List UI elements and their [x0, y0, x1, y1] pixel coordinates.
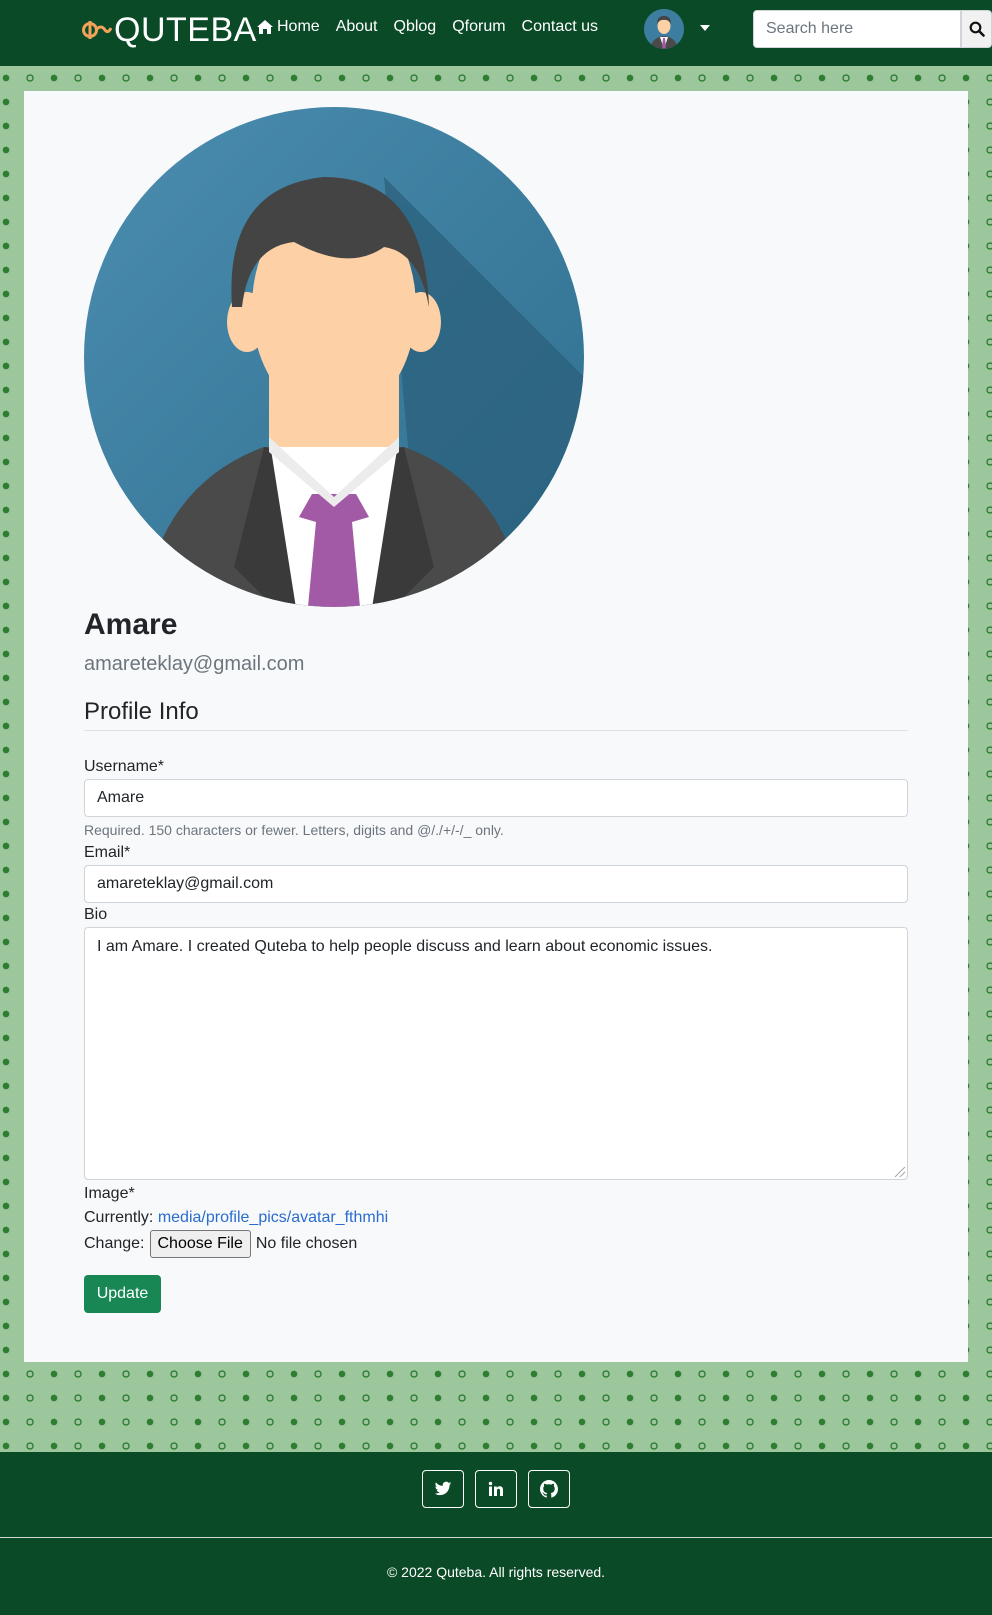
change-label: Change: — [84, 1235, 145, 1252]
copyright-label: 2022 Quteba. All rights reserved. — [401, 1564, 606, 1580]
email-label: Email* — [84, 844, 131, 861]
twitter-icon — [434, 1481, 452, 1496]
current-image-row: Currently: media/profile_pics/avatar_fth… — [84, 1208, 388, 1228]
home-icon — [257, 20, 273, 34]
user-menu-caret-icon[interactable] — [700, 25, 710, 31]
email-field[interactable]: amareteklay@gmail.com — [84, 865, 908, 903]
profile-username: Amare — [84, 608, 178, 641]
nav-link-contact[interactable]: Contact us — [522, 18, 598, 36]
profile-info-heading: Profile Info — [84, 698, 199, 725]
nav-link-qblog[interactable]: Qblog — [394, 18, 437, 36]
github-icon — [540, 1480, 558, 1498]
update-button[interactable]: Update — [84, 1275, 161, 1313]
profile-picture — [84, 107, 584, 607]
change-image-row: Change: Choose File No file chosen — [84, 1230, 357, 1258]
linkedin-button[interactable] — [475, 1470, 517, 1508]
nav-links: Home About Qblog Qforum Contact us — [256, 18, 598, 36]
brand[interactable]: QUTEBA — [80, 10, 257, 50]
username-help-text: Required. 150 characters or fewer. Lette… — [84, 822, 504, 838]
search-button[interactable] — [961, 10, 992, 48]
profile-email: amareteklay@gmail.com — [84, 653, 305, 675]
copyright-icon: © — [386, 1564, 398, 1580]
image-label: Image* — [84, 1185, 135, 1202]
section-divider — [84, 730, 908, 731]
linkedin-icon — [488, 1481, 503, 1496]
bio-label: Bio — [84, 906, 108, 923]
nav-link-home[interactable]: Home — [256, 18, 320, 36]
top-navbar: QUTEBA Home About Qblog Qforum Contact u… — [0, 0, 992, 66]
resize-handle-icon[interactable] — [895, 1167, 905, 1177]
nav-link-qforum[interactable]: Qforum — [452, 18, 505, 36]
choose-file-button[interactable]: Choose File — [149, 1230, 251, 1258]
user-avatar[interactable] — [644, 9, 684, 49]
footer: © 2022 Quteba. All rights reserved. — [0, 1452, 992, 1615]
file-status: No file chosen — [255, 1235, 358, 1252]
nav-link-about[interactable]: About — [336, 18, 378, 36]
search-input[interactable]: Search here — [753, 10, 961, 48]
username-field[interactable]: Amare — [84, 779, 908, 817]
twitter-button[interactable] — [422, 1470, 464, 1508]
username-label: Username* — [84, 758, 165, 775]
bio-text: I am Amare. I created Quteba to help peo… — [97, 938, 713, 955]
footer-divider — [0, 1537, 992, 1538]
currently-label: Currently: — [84, 1209, 154, 1226]
github-button[interactable] — [528, 1470, 570, 1508]
brand-logo-icon — [80, 15, 112, 45]
nav-link-label: Home — [277, 18, 320, 35]
brand-name: QUTEBA — [114, 11, 257, 49]
bio-field[interactable]: I am Amare. I created Quteba to help peo… — [84, 927, 908, 1180]
search-icon — [969, 21, 985, 37]
copyright-text: © 2022 Quteba. All rights reserved. — [0, 1564, 992, 1580]
current-image-link[interactable]: media/profile_pics/avatar_fthmhi — [158, 1209, 388, 1226]
